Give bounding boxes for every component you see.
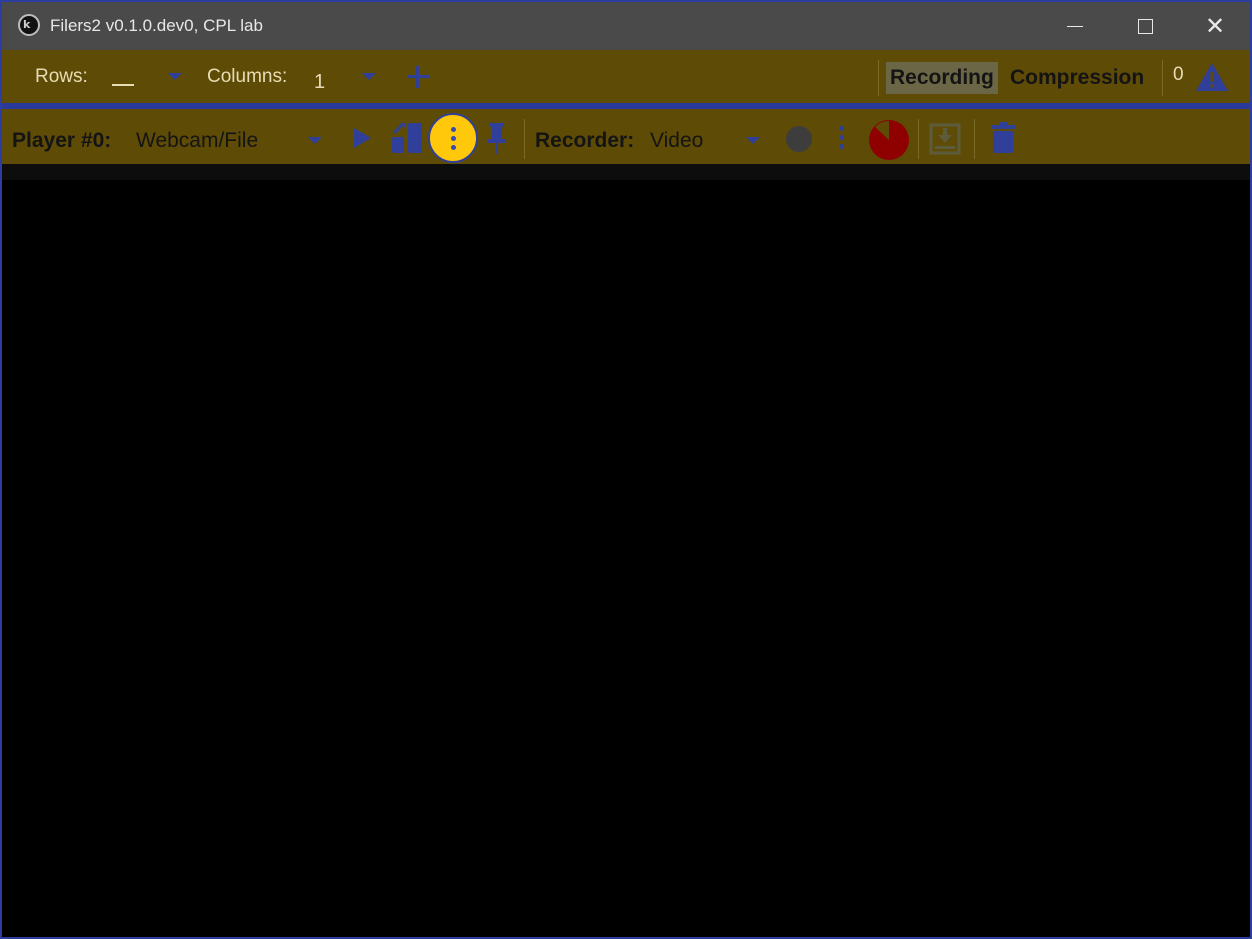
rows-dropdown-caret-icon[interactable] xyxy=(168,73,182,80)
save-to-disk-icon[interactable] xyxy=(929,123,961,155)
player-toolbar: Player #0: Webcam/File Recorder: Video xyxy=(2,109,1250,164)
toolbar-divider xyxy=(878,60,879,96)
window-title: Filers2 v0.1.0.dev0, CPL lab xyxy=(50,16,263,35)
maximize-button[interactable] xyxy=(1110,2,1180,50)
rows-label: Rows: xyxy=(35,66,88,87)
minimize-button[interactable] xyxy=(1040,2,1110,50)
player-video-view xyxy=(2,180,1250,937)
toolbar-divider xyxy=(524,119,525,159)
recorder-more-options-icon[interactable] xyxy=(832,124,852,154)
toolbar-divider xyxy=(974,119,975,159)
add-player-plus-icon[interactable] xyxy=(404,62,432,90)
player-source-dropdown[interactable]: Webcam/File xyxy=(136,129,258,153)
rows-dropdown[interactable] xyxy=(112,84,134,86)
toolbar-divider xyxy=(918,119,919,159)
player-source-caret-icon[interactable] xyxy=(308,137,322,144)
recorder-label: Recorder: xyxy=(535,129,635,152)
tab-compression[interactable]: Compression xyxy=(1010,62,1144,94)
play-icon[interactable] xyxy=(354,128,371,148)
columns-label: Columns: xyxy=(207,66,288,87)
grid-toolbar: Rows: Columns: 1 Recording Compression 0 xyxy=(2,50,1250,103)
record-icon[interactable] xyxy=(786,126,812,152)
app-logo-icon: k xyxy=(18,14,40,36)
recorder-type-dropdown[interactable]: Video xyxy=(650,129,703,153)
columns-dropdown-caret-icon[interactable] xyxy=(362,73,376,80)
close-icon: ✕ xyxy=(1204,12,1226,40)
settings-icon[interactable] xyxy=(390,121,424,155)
pin-icon[interactable] xyxy=(486,121,508,155)
timer-icon[interactable] xyxy=(868,119,910,161)
tab-recording[interactable]: Recording xyxy=(886,62,998,94)
close-button[interactable]: ✕ xyxy=(1180,2,1250,50)
more-vertical-icon xyxy=(451,127,456,132)
maximize-icon xyxy=(1137,18,1153,34)
title-bar: k Filers2 v0.1.0.dev0, CPL lab ✕ xyxy=(2,2,1250,50)
warning-triangle-icon[interactable] xyxy=(1195,62,1229,92)
player-header-strip xyxy=(2,164,1250,180)
recorder-type-caret-icon[interactable] xyxy=(746,137,760,144)
warning-count: 0 xyxy=(1173,64,1184,85)
toolbar-divider xyxy=(1162,60,1163,96)
minimize-icon xyxy=(1067,25,1083,27)
columns-dropdown[interactable]: 1 xyxy=(314,71,325,94)
player-label: Player #0: xyxy=(12,129,112,152)
player-more-options-button[interactable] xyxy=(428,113,478,163)
delete-trash-icon[interactable] xyxy=(990,122,1016,154)
app-window: k Filers2 v0.1.0.dev0, CPL lab ✕ Rows: C… xyxy=(0,0,1252,939)
